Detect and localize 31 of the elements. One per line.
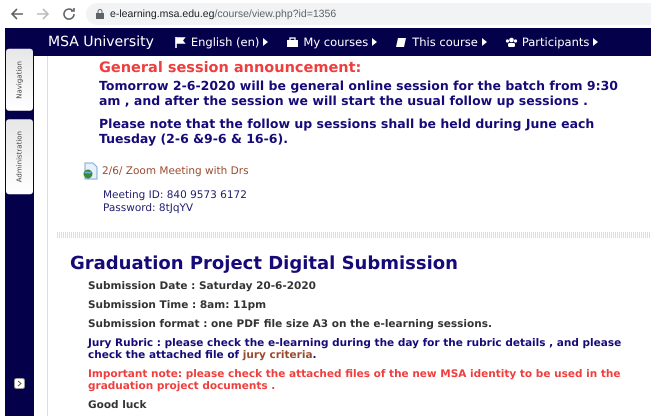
submission-text: Submission format : one PDF file size A3 on the e-learning sessions.: [88, 318, 493, 330]
announcement-text: Tomorrow 2-6-2020 will be general online session for the batch from 9:30 am , and after the session we will start the usual follow up sessions .: [99, 78, 619, 108]
submission-text: Good luck: [88, 399, 148, 411]
flag-icon: [174, 36, 187, 48]
web-page-icon: [82, 162, 98, 180]
caret-icon: [372, 38, 378, 46]
reload-icon[interactable]: [60, 5, 78, 23]
submission-text: Jury Rubric : please check the e-learning during the day for the rubric details , and please check the attached file of jury criteria.: [88, 337, 622, 361]
briefcase-icon: [286, 36, 300, 48]
dock-icon[interactable]: [14, 378, 25, 389]
nav-menu[interactable]: Participants: [504, 35, 598, 49]
caret-icon: [593, 38, 598, 46]
caret-icon: [263, 38, 268, 46]
users-icon: [504, 36, 518, 48]
address-bar[interactable]: e-learning.msa.edu.eg/course/view.php?id=1356: [86, 3, 651, 25]
nav-menu[interactable]: My courses: [286, 35, 378, 49]
resource-link[interactable]: 2/6/ Zoom Meeting with Drs: [102, 165, 249, 177]
nav-menu[interactable]: This course: [395, 35, 487, 49]
nav-menu[interactable]: English (en): [174, 35, 268, 49]
announcement-heading: General session announcement:: [99, 60, 362, 76]
announcement-text: Please note that the follow up sessions shall be held during June each Tuesday (2-6 &9-6 & 16-6).: [99, 116, 596, 146]
lock-icon: [96, 9, 104, 19]
warning-text: Important note: please check the attached files of the new MSA identity to be used in the graduation project documents .: [88, 368, 622, 392]
site-brand[interactable]: MSA University: [48, 34, 154, 50]
submission-text: Submission Time : 8am: 11pm: [88, 299, 268, 311]
caret-icon: [482, 38, 487, 46]
resource-description: Meeting ID: 840 9573 6172: [102, 189, 248, 202]
resource-description: Password: 8tJqYV: [102, 202, 194, 215]
jury-criteria-link[interactable]: jury criteria: [242, 349, 313, 361]
section-heading: Graduation Project Digital Submission: [69, 252, 459, 274]
submission-text: Submission Date : Saturday 20-6-2020: [88, 280, 317, 292]
